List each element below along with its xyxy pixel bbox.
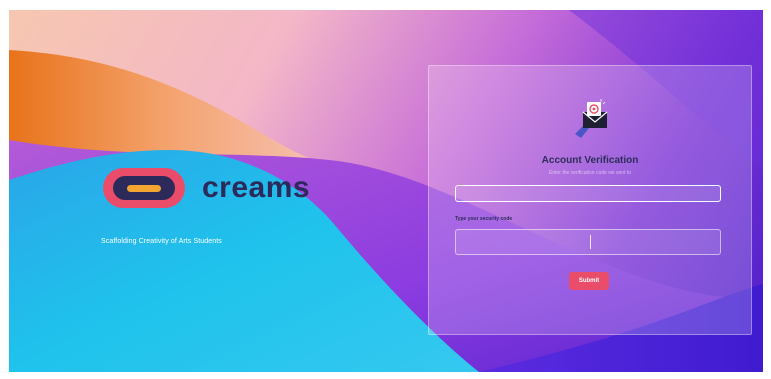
card-subtitle: Enter the verification code we sent to: [549, 170, 631, 176]
security-code-input[interactable]: [455, 229, 721, 255]
login-page: creams Scaffolding Creativity of Arts St…: [9, 10, 763, 372]
submit-button[interactable]: Submit: [569, 272, 609, 290]
security-code-label: Type your security code: [455, 216, 513, 222]
creams-logo-icon: [103, 168, 185, 208]
text-cursor: [590, 235, 591, 249]
card-title: Account Verification: [541, 155, 639, 166]
email-verification-icon: [575, 99, 608, 138]
brand-tagline: Scaffolding Creativity of Arts Students: [101, 238, 222, 245]
verification-card: Account Verification Enter the verificat…: [428, 65, 752, 335]
brand-name: creams: [202, 171, 311, 204]
email-field[interactable]: [455, 185, 721, 202]
brand: creams: [102, 167, 322, 209]
